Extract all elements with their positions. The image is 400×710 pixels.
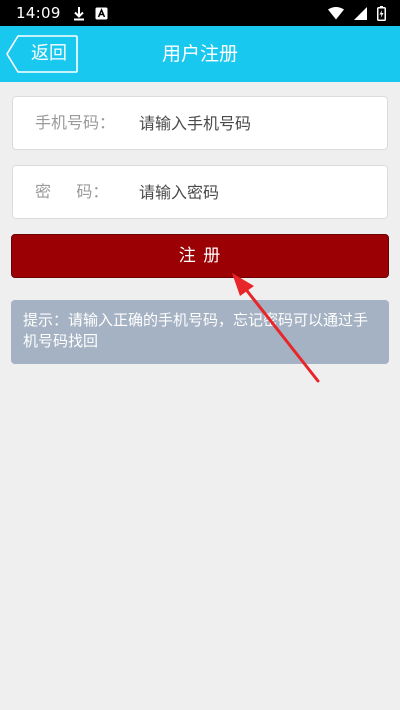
phone-input[interactable] bbox=[139, 97, 379, 149]
status-time: 14:09 bbox=[16, 4, 61, 22]
password-input[interactable] bbox=[139, 166, 379, 218]
title-bar: 返回 用户注册 bbox=[0, 26, 400, 82]
phone-field: 手机号码： bbox=[12, 96, 388, 150]
hint-text: 提示：请输入正确的手机号码，忘记密码可以通过手机号码找回 bbox=[23, 311, 369, 350]
wifi-icon bbox=[328, 6, 344, 20]
register-button[interactable]: 注 册 bbox=[11, 234, 389, 278]
status-left-icons bbox=[73, 6, 108, 21]
app-notification-icon bbox=[95, 7, 108, 20]
battery-icon bbox=[377, 5, 386, 21]
status-bar: 14:09 bbox=[0, 0, 400, 26]
download-icon bbox=[73, 6, 85, 21]
hint-box: 提示：请输入正确的手机号码，忘记密码可以通过手机号码找回 bbox=[11, 300, 389, 364]
status-right-icons bbox=[328, 5, 386, 21]
phone-label: 手机号码： bbox=[35, 113, 116, 132]
back-button[interactable]: 返回 bbox=[6, 35, 78, 73]
signal-icon bbox=[354, 6, 367, 20]
password-label: 密 码： bbox=[35, 182, 109, 201]
password-field: 密 码： bbox=[12, 165, 388, 219]
back-label: 返回 bbox=[31, 43, 67, 64]
